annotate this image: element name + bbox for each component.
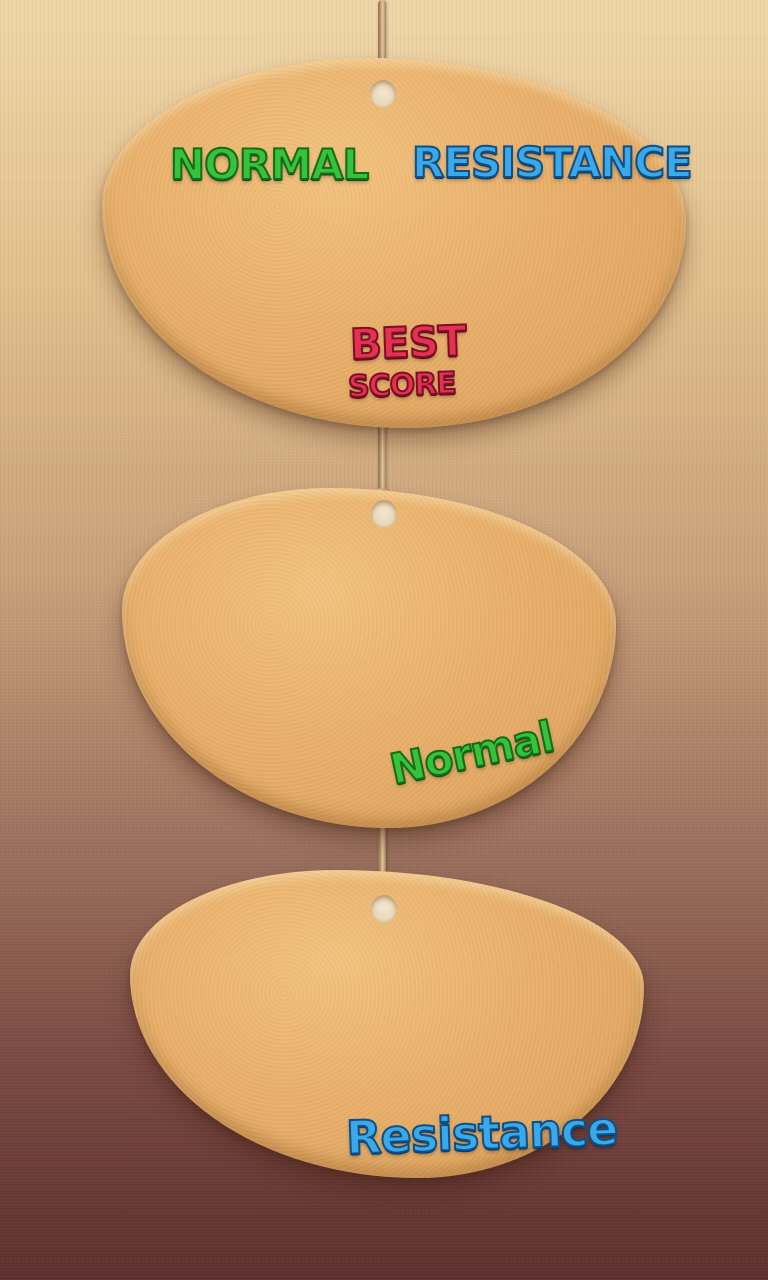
lower-stone-hole xyxy=(371,895,397,923)
top-stone-hole xyxy=(370,80,396,108)
best-label: BEST xyxy=(348,315,467,370)
middle-stone-hole xyxy=(371,500,397,528)
best-score-resistance-label: RESISTANCE xyxy=(411,137,694,188)
normal-mode-button[interactable] xyxy=(122,488,616,828)
score-label: SCORE xyxy=(346,365,457,406)
best-score-normal-label: NORMAL xyxy=(169,139,370,190)
resistance-mode-label: Resistance xyxy=(344,1100,619,1165)
